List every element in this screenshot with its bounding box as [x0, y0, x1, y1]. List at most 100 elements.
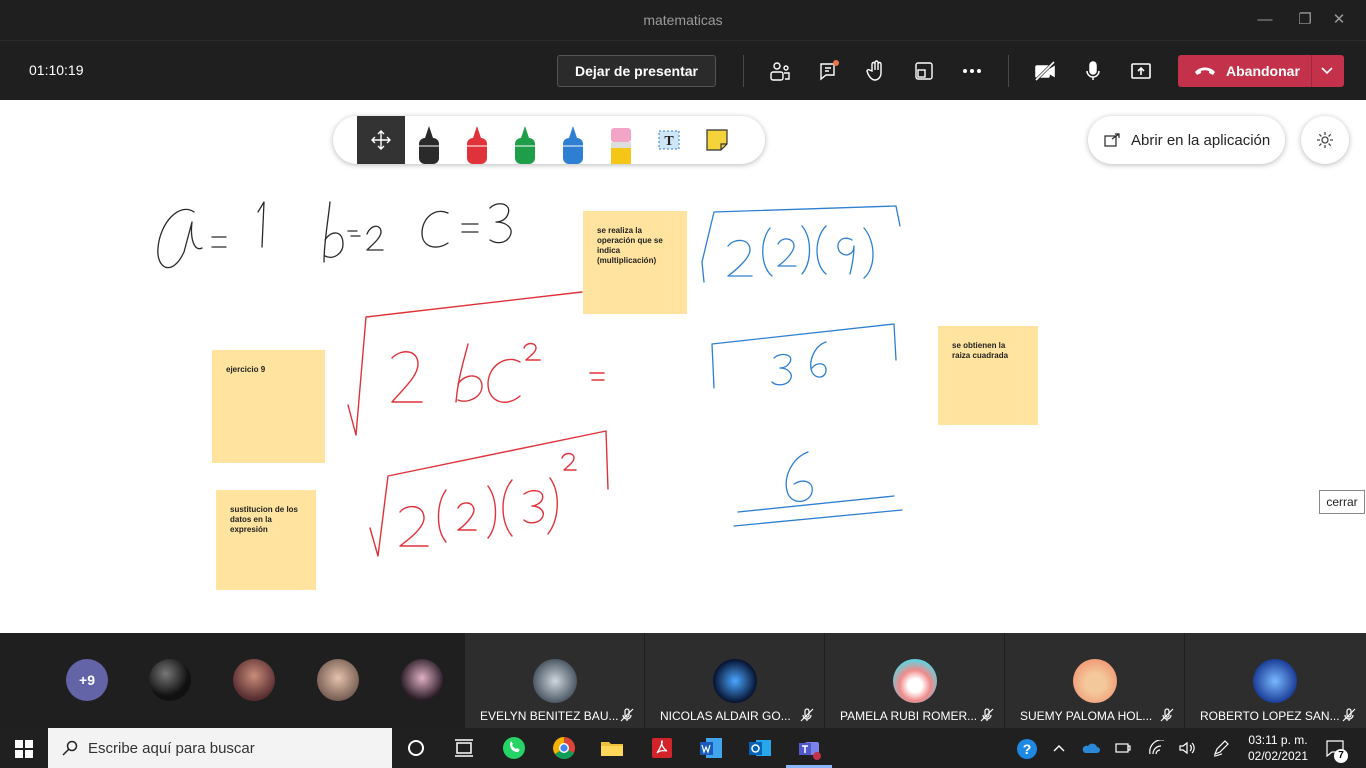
taskbar-search-box[interactable]: Escribe aquí para buscar [48, 728, 392, 768]
volume-icon[interactable] [1178, 740, 1196, 756]
help-icon[interactable]: ? [1016, 738, 1038, 760]
chat-icon[interactable] [817, 59, 841, 83]
blue-pen-icon[interactable] [549, 116, 597, 164]
notification-count-badge: 7 [1334, 749, 1348, 763]
search-placeholder: Escribe aquí para buscar [88, 740, 255, 757]
toolbar-divider [743, 55, 744, 87]
minimize-icon[interactable]: — [1253, 8, 1277, 32]
svg-text:T: T [664, 134, 674, 149]
acrobat-icon[interactable] [648, 734, 676, 762]
participant-tile[interactable]: PAMELA RUBI ROMER... [825, 633, 1004, 728]
file-explorer-icon[interactable] [598, 734, 626, 762]
more-options-icon[interactable] [960, 59, 984, 83]
whatsapp-icon[interactable] [500, 734, 528, 762]
avatar [1253, 659, 1297, 703]
more-participants-button[interactable]: +9 [66, 659, 108, 701]
chevron-up-icon[interactable] [1052, 742, 1066, 754]
microphone-muted-icon [1342, 708, 1356, 722]
move-tool-button[interactable] [357, 116, 405, 164]
avatar [533, 659, 577, 703]
leave-button[interactable]: Abandonar [1178, 55, 1344, 87]
pen-toolbar: T [333, 116, 765, 164]
text-tool-icon[interactable]: T [645, 116, 693, 164]
participant-tile[interactable]: ROBERTO LOPEZ SAN... [1185, 633, 1366, 728]
sticky-note[interactable]: sustitucion de los datos en la expresión [216, 490, 316, 590]
window-title: matematicas [643, 12, 723, 28]
settings-button[interactable] [1301, 116, 1349, 164]
move-icon [371, 130, 391, 150]
gear-icon [1317, 132, 1333, 148]
participants-strip: +9 EVELYN BENITEZ BAU... NICOLAS ALDAIR … [0, 633, 1366, 728]
participant-name: SUEMY PALOMA HOL... [1020, 709, 1153, 723]
search-icon [62, 740, 78, 756]
avatar[interactable] [317, 659, 359, 701]
stop-presenting-button[interactable]: Dejar de presentar [557, 55, 716, 87]
sticky-note-tool-icon[interactable] [693, 116, 741, 164]
microphone-icon[interactable] [1081, 59, 1105, 83]
participants-icon[interactable] [768, 59, 792, 83]
ink-red-stroke [347, 291, 609, 557]
avatar[interactable] [149, 659, 191, 701]
hang-up-icon [1195, 67, 1215, 75]
onedrive-icon[interactable] [1082, 741, 1100, 755]
battery-icon[interactable] [1114, 740, 1132, 756]
raise-hand-icon[interactable] [864, 59, 888, 83]
participant-name: PAMELA RUBI ROMER... [840, 709, 978, 723]
microphone-muted-icon [800, 708, 814, 722]
room-layout-icon[interactable] [912, 59, 936, 83]
participant-tile[interactable]: SUEMY PALOMA HOL... [1005, 633, 1184, 728]
open-external-icon [1104, 133, 1120, 147]
meeting-toolbar: 01:10:19 Dejar de presentar Abandonar [0, 40, 1366, 100]
teams-icon[interactable] [795, 734, 823, 762]
word-icon[interactable] [697, 734, 725, 762]
chrome-icon[interactable] [550, 734, 578, 762]
task-view-icon[interactable] [450, 734, 478, 762]
participant-tile[interactable]: NICOLAS ALDAIR GO... [645, 633, 824, 728]
eraser-icon[interactable] [597, 116, 645, 164]
leave-label: Abandonar [1226, 63, 1300, 79]
open-in-app-button[interactable]: Abrir en la aplicación [1088, 116, 1285, 164]
restore-icon[interactable]: ❐ [1293, 8, 1317, 32]
participant-name: EVELYN BENITEZ BAU... [480, 709, 619, 723]
windows-start-icon[interactable] [15, 740, 33, 758]
black-pen-icon[interactable] [405, 116, 453, 164]
svg-text:?: ? [1023, 741, 1032, 757]
avatar [713, 659, 757, 703]
close-icon[interactable]: ✕ [1327, 8, 1351, 32]
title-bar: matematicas — ❐ ✕ [0, 0, 1366, 40]
taskbar-clock[interactable]: 03:11 p. m. 02/02/2021 [1240, 732, 1316, 764]
chevron-down-icon[interactable] [1320, 66, 1334, 76]
wifi-icon[interactable] [1148, 740, 1166, 756]
outlook-icon[interactable] [746, 734, 774, 762]
whiteboard-canvas[interactable]: se realiza la operación que se indica (m… [0, 100, 1366, 633]
clock-date: 02/02/2021 [1247, 749, 1309, 763]
open-in-app-label: Abrir en la aplicación [1131, 132, 1271, 149]
ink-black-stroke [157, 201, 512, 269]
camera-off-icon[interactable] [1033, 59, 1057, 83]
red-pen-icon[interactable] [453, 116, 501, 164]
whiteboard-ink [157, 201, 903, 557]
windows-taskbar: Escribe aquí para buscar ? 03:11 p. m. 0… [0, 728, 1366, 768]
sticky-note[interactable]: se obtienen la raiza cuadrada [938, 326, 1038, 425]
share-screen-icon[interactable] [1129, 59, 1153, 83]
participant-name: ROBERTO LOPEZ SAN... [1200, 709, 1340, 723]
cortana-icon[interactable] [402, 734, 430, 762]
microphone-muted-icon [1160, 708, 1174, 722]
avatar [893, 659, 937, 703]
avatar[interactable] [401, 659, 443, 701]
participant-name: NICOLAS ALDAIR GO... [660, 709, 791, 723]
close-tooltip: cerrar [1319, 490, 1365, 514]
avatar[interactable] [233, 659, 275, 701]
participant-tile[interactable]: EVELYN BENITEZ BAU... [465, 633, 644, 728]
ink-blue-stroke [701, 205, 903, 527]
green-pen-icon[interactable] [501, 116, 549, 164]
microphone-muted-icon [980, 708, 994, 722]
toolbar-divider [1008, 55, 1009, 87]
pen-workspace-icon[interactable] [1212, 739, 1230, 757]
clock-time: 03:11 p. m. [1248, 733, 1308, 747]
sticky-note[interactable]: ejercicio 9 [212, 350, 325, 463]
sticky-note[interactable]: se realiza la operación que se indica (m… [583, 211, 687, 314]
leave-divider [1311, 55, 1312, 87]
avatar [1073, 659, 1117, 703]
meeting-timer: 01:10:19 [29, 62, 84, 78]
